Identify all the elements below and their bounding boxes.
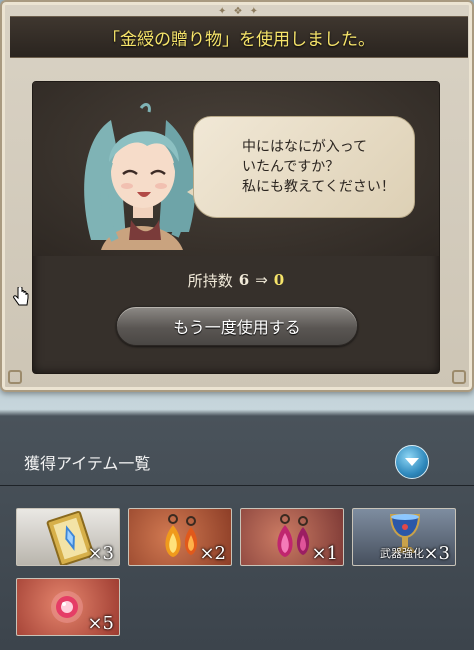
item-quantity: ×2 <box>199 543 226 564</box>
hand-cursor-icon <box>13 287 29 306</box>
item-quantity: ×5 <box>87 613 114 634</box>
item-count-row: 所持数 6 ⇒ 0 <box>33 260 439 300</box>
speech-line: いたんですか？ <box>242 159 340 175</box>
chevron-down-icon <box>405 458 419 466</box>
item-tile[interactable]: ×3 <box>16 508 120 566</box>
item-quantity: ×3 <box>423 543 450 564</box>
dialog-body: 中にはなにが入って いたんですか？ 私にも教えてください！ 所持数 6 ⇒ 0 … <box>32 81 440 374</box>
item-used-dialog: ✦ ❖ ✦ 「金綬の贈り物」を使用しました。 中にはなにが入って いたんですか？… <box>0 0 474 392</box>
items-header: 獲得アイテム一覧 <box>0 440 474 486</box>
speech-line: 中にはなにが入って <box>242 139 368 155</box>
expand-button[interactable] <box>395 445 429 479</box>
corner-ornament <box>452 370 466 384</box>
use-again-button[interactable]: もう一度使用する <box>116 306 358 346</box>
count-label: 所持数 <box>187 271 233 290</box>
item-tag: 武器強化 <box>380 547 424 560</box>
speech-stage: 中にはなにが入って いたんですか？ 私にも教えてください！ <box>33 82 439 256</box>
corner-ornament <box>8 370 22 384</box>
item-tile[interactable]: ×1 <box>240 508 344 566</box>
count-before: 6 <box>238 271 250 289</box>
speech-bubble: 中にはなにが入って いたんですか？ 私にも教えてください！ <box>193 116 415 218</box>
item-quantity: ×1 <box>311 543 338 564</box>
item-tile[interactable]: ×5 <box>16 578 120 636</box>
speech-line: 私にも教えてください！ <box>242 179 395 195</box>
item-tile[interactable]: ×2 <box>128 508 232 566</box>
character-portrait <box>84 103 196 250</box>
item-quantity: ×3 <box>87 543 114 564</box>
items-title: 獲得アイテム一覧 <box>24 454 151 473</box>
acquired-items-section: 獲得アイテム一覧 ×3 ×2 ×1 武器強化 ×3 ×5 <box>0 420 474 650</box>
dialog-title: 「金綬の贈り物」を使用しました。 <box>103 29 375 50</box>
count-after: 0 <box>273 271 285 289</box>
arrow-icon: ⇒ <box>255 271 268 289</box>
item-tile[interactable]: 武器強化 ×3 <box>352 508 456 566</box>
dialog-header: 「金綬の贈り物」を使用しました。 <box>10 16 468 58</box>
